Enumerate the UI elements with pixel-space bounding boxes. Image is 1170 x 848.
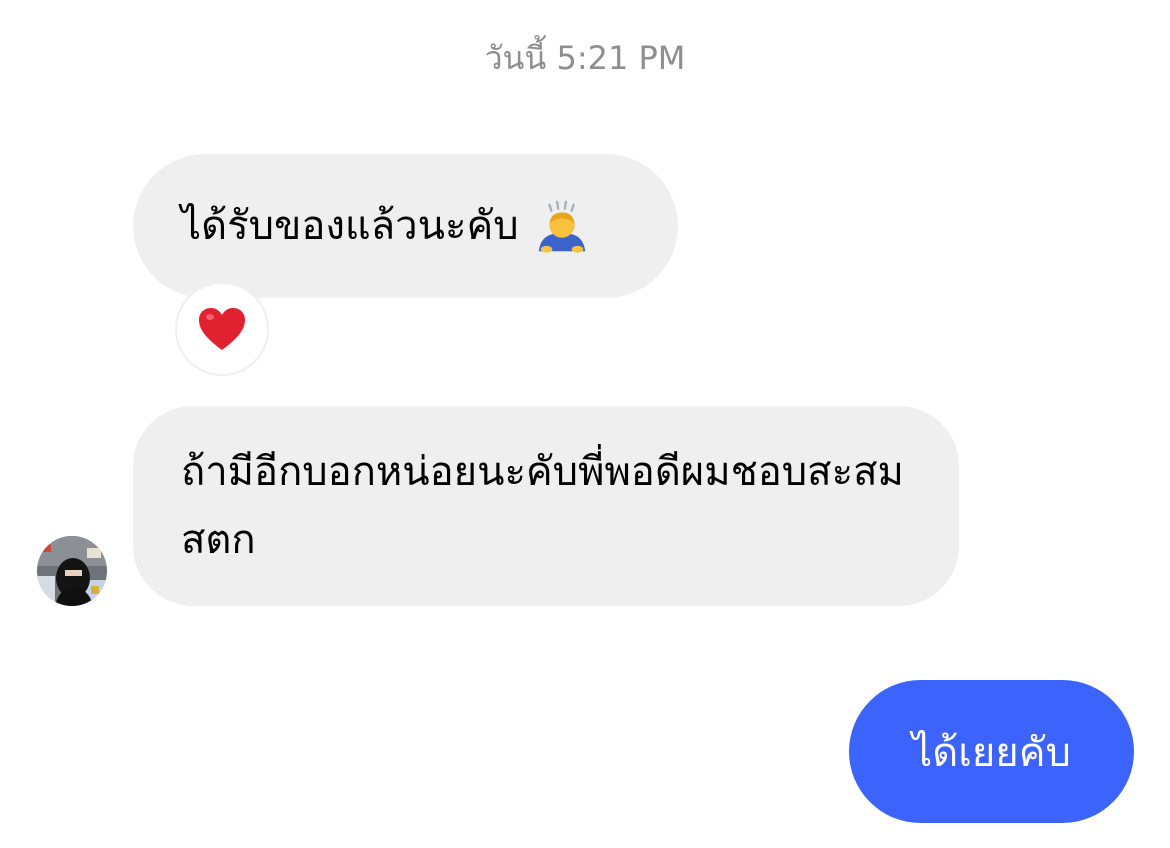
avatar-photo xyxy=(37,536,107,606)
heart-reaction[interactable] xyxy=(175,282,269,376)
message-text: ได้เยยคับ xyxy=(912,729,1071,776)
heart-icon xyxy=(199,308,245,350)
conversation-timestamp: วันนี้ 5:21 PM xyxy=(484,39,686,77)
person-bowing-emoji-icon xyxy=(539,200,586,253)
message-text: ได้รับของแล้วนะคับ xyxy=(181,203,519,249)
contact-avatar[interactable] xyxy=(37,536,107,606)
message-bubble-received-2[interactable]: ถ้ามีอีกบอกหน่อยนะคับพี่พอดีผมชอบสะสมสตก xyxy=(133,406,959,606)
message-bubble-received-1[interactable]: ได้รับของแล้วนะคับ xyxy=(133,154,678,298)
message-text: ถ้ามีอีกบอกหน่อยนะคับพี่พอดีผมชอบสะสมสตก xyxy=(181,449,904,563)
message-bubble-sent[interactable]: ได้เยยคับ xyxy=(849,680,1134,823)
